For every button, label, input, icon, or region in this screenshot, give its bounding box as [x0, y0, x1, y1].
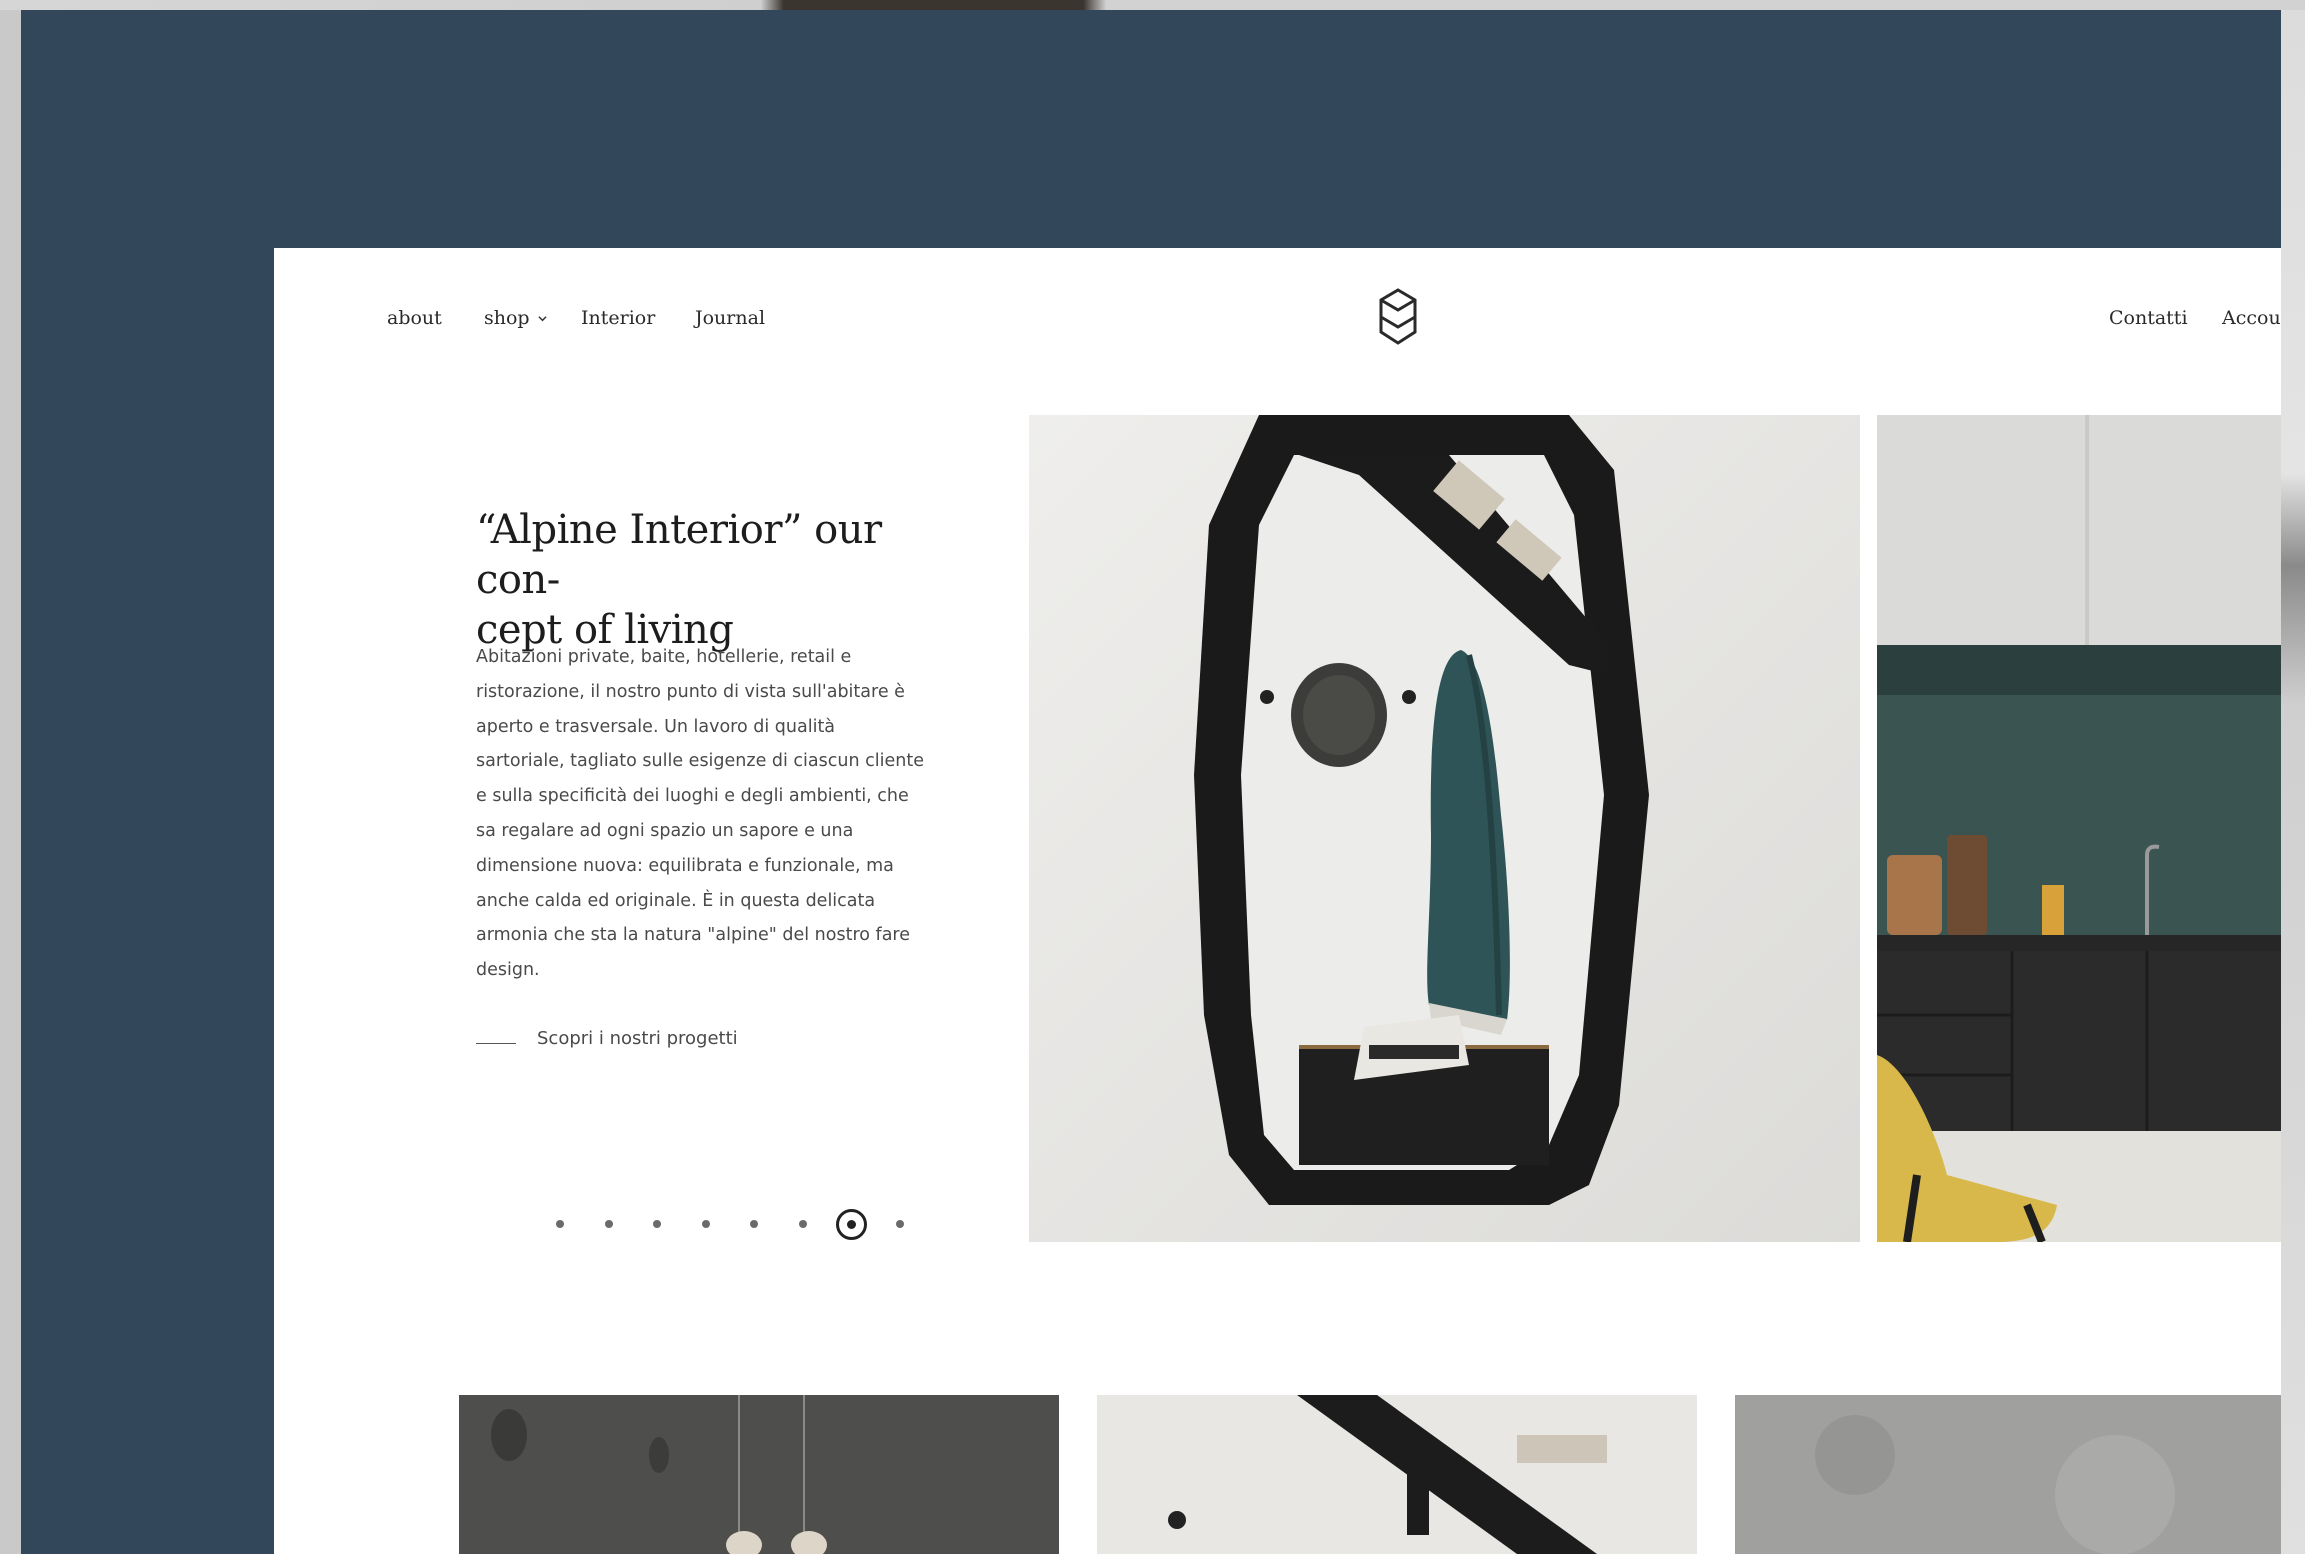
background-strip-right — [2281, 10, 2305, 1554]
slider-dot[interactable] — [750, 1220, 758, 1228]
chevron-down-icon[interactable] — [538, 314, 547, 323]
headline-line-1: “Alpine Interior” our con- — [476, 507, 882, 603]
description-line: Abitazioni private, baite, hotellerie, r… — [476, 647, 852, 667]
description-line: ristorazione, il nostro punto di vista s… — [476, 681, 905, 702]
project-thumbnail[interactable] — [1735, 1395, 2281, 1554]
slider-dot[interactable] — [556, 1220, 564, 1228]
hexagon-logo-icon[interactable] — [1377, 287, 1419, 347]
project-thumbnail[interactable] — [1097, 1395, 1697, 1554]
cta-link[interactable]: Scopri i nostri progetti — [537, 1028, 738, 1049]
slider-dot[interactable] — [895, 1220, 904, 1228]
description-line: aperto e trasversale. Un lavoro di quali… — [476, 716, 836, 737]
hero-image-mirror[interactable] — [1029, 415, 1860, 1242]
thumbnail-photo — [1097, 1395, 1697, 1554]
hero-image-kitchen[interactable] — [1877, 415, 2281, 1242]
mirror-photo — [1029, 415, 1860, 1242]
nav-account[interactable]: Accoun — [2222, 307, 2281, 329]
slider-dot[interactable] — [701, 1220, 710, 1228]
description-line: sa regalare ad ogni spazio un sapore e u… — [476, 820, 854, 841]
description-line: e sulla specificità dei luoghi e degli a… — [476, 786, 909, 807]
slider-dot[interactable] — [604, 1220, 613, 1228]
thumbnail-photo — [1735, 1395, 2281, 1554]
nav-shop[interactable]: shop — [484, 307, 530, 329]
description-line: anche calda ed originale. È in questa de… — [476, 890, 876, 911]
nav-interior[interactable]: Interior — [581, 307, 655, 329]
description-line: armonia che sta la natura "alpine" del n… — [476, 925, 911, 946]
thumbnail-photo — [459, 1395, 1059, 1554]
slider-dot[interactable] — [798, 1220, 807, 1228]
description-line: design. — [476, 960, 540, 981]
description-line: dimensione nuova: equilibrata e funziona… — [476, 855, 894, 876]
background-strip-top — [0, 0, 2305, 10]
hero-headline: “Alpine Interior” our con- cept of livin… — [476, 505, 956, 655]
hero-description: Abitazioni private, baite, hotellerie, r… — [476, 640, 946, 988]
nav-contatti[interactable]: Contatti — [2109, 307, 2188, 329]
website-page: about shop Interior Journal Contatti Acc… — [274, 248, 2281, 1554]
nav-journal[interactable]: Journal — [695, 307, 765, 329]
nav-about[interactable]: about — [387, 307, 442, 329]
cta-rule — [476, 1043, 516, 1044]
kitchen-photo — [1877, 415, 2281, 1242]
project-thumbnail[interactable] — [459, 1395, 1059, 1554]
slider-dot[interactable] — [653, 1220, 661, 1228]
description-line: sartoriale, tagliato sulle esigenze di c… — [476, 751, 924, 772]
slider-dot-active[interactable] — [835, 1208, 867, 1240]
